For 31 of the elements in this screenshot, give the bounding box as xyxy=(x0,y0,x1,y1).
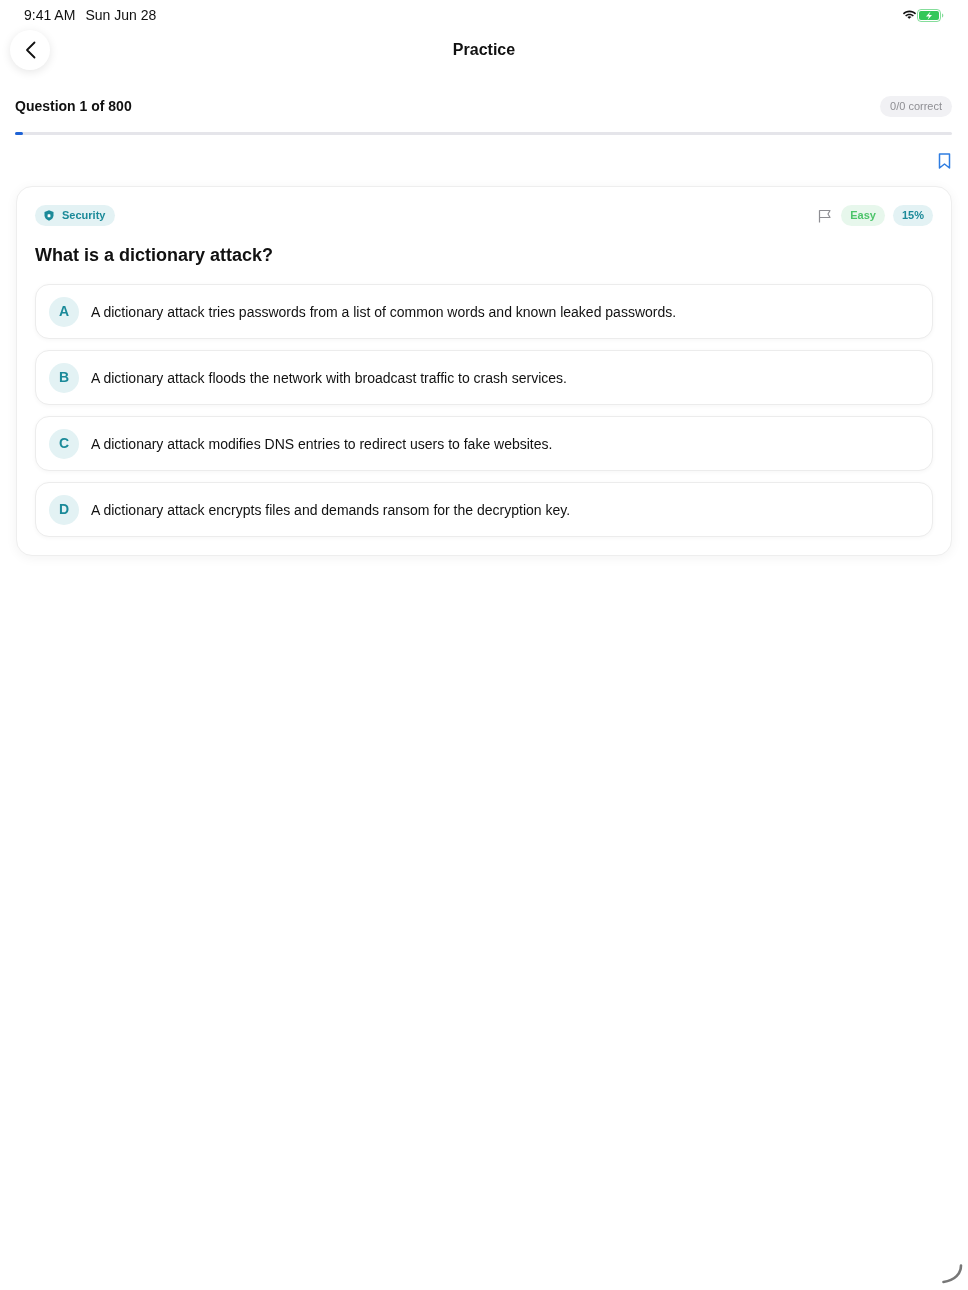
answer-option[interactable]: C A dictionary attack modifies DNS entries to redirect users to fake websites. xyxy=(35,416,933,471)
status-time: 9:41 AM xyxy=(24,6,76,24)
option-letter: D xyxy=(49,494,79,525)
option-text: A dictionary attack encrypts files and demands ransom for the decryption key. xyxy=(91,500,571,519)
score-badge: 0/0 correct xyxy=(880,96,952,117)
answer-option[interactable]: B A dictionary attack floods the network with broadcast traffic to crash services. xyxy=(35,350,933,405)
loading-spinner-icon xyxy=(941,1264,963,1284)
chevron-left-icon xyxy=(24,41,36,59)
shield-icon xyxy=(44,210,54,221)
difficulty-badge: Easy xyxy=(841,205,885,226)
question-text: What is a dictionary attack? xyxy=(35,244,275,267)
back-button[interactable] xyxy=(10,30,50,70)
option-letter: A xyxy=(49,296,79,327)
category-tag: Security xyxy=(35,205,116,226)
flag-icon xyxy=(818,208,833,223)
option-text: A dictionary attack tries passwords from a list of common words and known leaked passwords. xyxy=(91,302,677,321)
option-text: A dictionary attack floods the network with broadcast traffic to crash services. xyxy=(91,368,567,387)
wifi-icon xyxy=(902,9,917,21)
option-letter: B xyxy=(49,362,79,393)
bookmark-button[interactable] xyxy=(938,153,951,169)
option-letter: C xyxy=(49,428,79,459)
option-text: A dictionary attack modifies DNS entries to redirect users to fake websites. xyxy=(91,434,553,453)
status-date: Sun Jun 28 xyxy=(85,6,157,24)
answer-option[interactable]: D A dictionary attack encrypts files and demands ransom for the decryption key. xyxy=(35,482,933,537)
battery-charging-icon xyxy=(917,8,944,22)
page-title: Practice xyxy=(452,40,516,60)
question-counter: Question 1 of 800 xyxy=(15,97,132,116)
answer-option[interactable]: A A dictionary attack tries passwords from a list of common words and known leaked passwords. xyxy=(35,284,933,339)
percent-badge: 15% xyxy=(892,205,933,226)
bookmark-icon xyxy=(938,153,951,169)
flag-button[interactable] xyxy=(818,208,833,223)
